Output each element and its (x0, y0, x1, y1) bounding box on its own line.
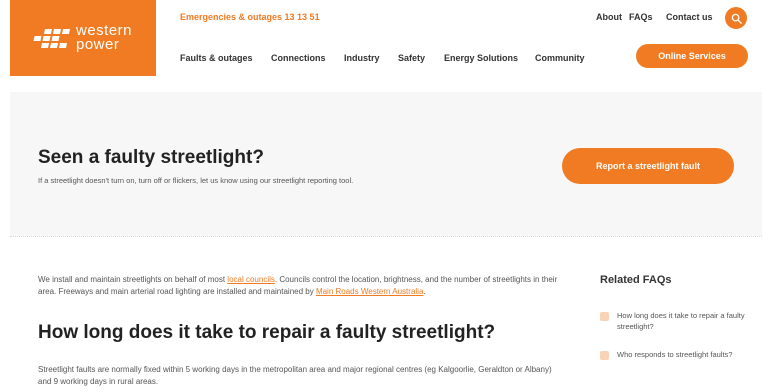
related-faqs-heading: Related FAQs (600, 274, 672, 286)
nav-energy-solutions[interactable]: Energy Solutions (444, 53, 518, 63)
nav-industry[interactable]: Industry (344, 53, 380, 63)
local-councils-link[interactable]: local councils (227, 275, 275, 284)
main-roads-link[interactable]: Main Roads Western Australia (316, 287, 423, 296)
logo-mark-icon (32, 28, 71, 48)
report-streetlight-fault-button[interactable]: Report a streetlight fault (562, 148, 734, 184)
nav-faults-outages[interactable]: Faults & outages (180, 53, 253, 63)
faq-bullet-icon (600, 351, 609, 360)
search-button[interactable] (725, 7, 747, 29)
faq-item[interactable]: Who responds to streetlight faults? (600, 349, 750, 360)
hero-divider (10, 236, 762, 237)
hero-title: Seen a faulty streetlight? (38, 147, 264, 168)
intro-paragraph: We install and maintain streetlights on … (38, 275, 558, 296)
faq-item-label: How long does it take to repair a faulty… (617, 311, 745, 331)
nav-community[interactable]: Community (535, 53, 585, 63)
western-power-logo[interactable]: western power (10, 0, 156, 76)
search-icon (731, 13, 742, 24)
emergency-outages-link[interactable]: Emergencies & outages 13 13 51 (180, 12, 320, 22)
repair-time-paragraph: Streetlight faults are normally fixed wi… (38, 365, 552, 386)
logo-wordmark: western power (75, 22, 133, 53)
contact-us-link[interactable]: Contact us (666, 12, 713, 22)
about-link[interactable]: About (596, 12, 622, 22)
faq-item[interactable]: How long does it take to repair a faulty… (600, 310, 750, 332)
page-frame: western power Emergencies & outages 13 1… (10, 0, 762, 392)
online-services-button[interactable]: Online Services (636, 44, 748, 68)
repair-time-heading: How long does it take to repair a faulty… (38, 322, 496, 343)
hero-subtitle: If a streetlight doesn't turn on, turn o… (38, 176, 354, 185)
faq-bullet-icon (600, 312, 609, 321)
nav-safety[interactable]: Safety (398, 53, 425, 63)
faq-item-label: Who responds to streetlight faults? (617, 350, 733, 359)
nav-connections[interactable]: Connections (271, 53, 326, 63)
faqs-link[interactable]: FAQs (629, 12, 653, 22)
